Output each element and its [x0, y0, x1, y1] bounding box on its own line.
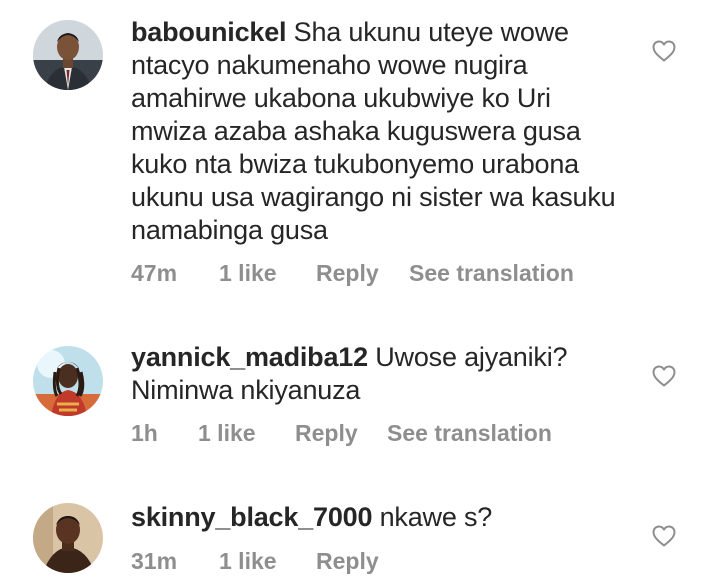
- reply-button[interactable]: Reply: [316, 548, 379, 575]
- see-translation-button[interactable]: See translation: [409, 260, 574, 287]
- heart-outline-icon[interactable]: [652, 40, 676, 62]
- avatar-person-suit-icon: [33, 20, 103, 90]
- avatar[interactable]: [33, 346, 103, 416]
- comment-text: Sha ukunu uteye wowe ntacyo nakumenaho w…: [131, 17, 616, 245]
- like-count-button[interactable]: 1 like: [219, 260, 277, 287]
- heart-outline-icon[interactable]: [652, 365, 676, 387]
- like-count-button[interactable]: 1 like: [219, 548, 277, 575]
- see-translation-button[interactable]: See translation: [387, 420, 552, 447]
- comment-username[interactable]: yannick_madiba12: [131, 342, 368, 372]
- comment-body: yannick_madiba12 Uwose ajyaniki? Niminwa…: [131, 341, 631, 407]
- comment-time: 31m: [131, 548, 178, 574]
- like-count-button[interactable]: 1 like: [198, 420, 256, 447]
- comment-body: babounickel Sha ukunu uteye wowe ntacyo …: [131, 16, 631, 247]
- comment-time: 47m: [131, 260, 178, 286]
- reply-button[interactable]: Reply: [295, 420, 358, 447]
- comment-body: skinny_black_7000 nkawe s?: [131, 501, 631, 534]
- avatar-person-portrait-icon: [33, 503, 103, 573]
- avatar[interactable]: [33, 20, 103, 90]
- heart-outline-icon[interactable]: [652, 525, 676, 547]
- reply-button[interactable]: Reply: [316, 260, 379, 287]
- avatar[interactable]: [33, 503, 103, 573]
- comment-time: 1h: [131, 420, 158, 446]
- comment-username[interactable]: skinny_black_7000: [131, 502, 372, 532]
- comment-username[interactable]: babounickel: [131, 17, 287, 47]
- comment-text: nkawe s?: [379, 502, 493, 532]
- avatar-person-dreadlocks-icon: [33, 346, 103, 416]
